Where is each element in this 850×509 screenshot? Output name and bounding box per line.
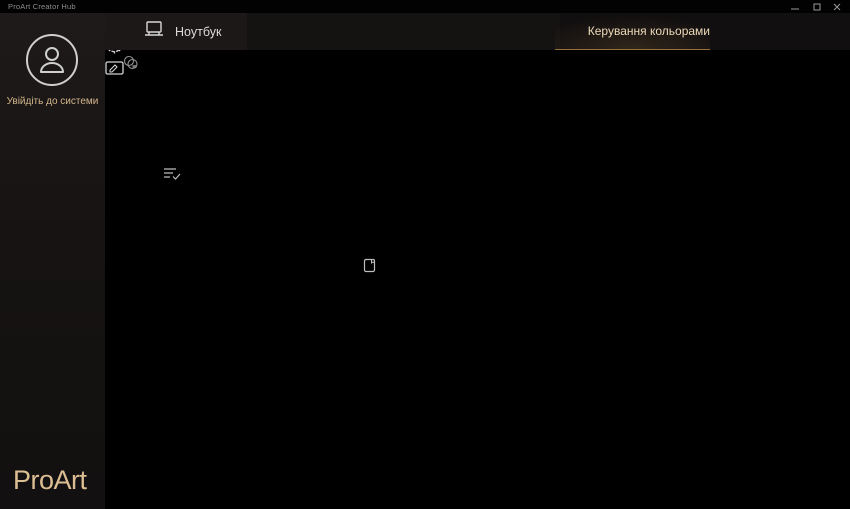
- color-wheel-icon: [567, 22, 579, 41]
- list-check-icon[interactable]: [163, 168, 181, 185]
- pantone-caption-row: найбільші доступні опції кольору PANTONE…: [0, 258, 850, 278]
- luminance-chip-selected[interactable]: RGB 146/73/163 46%: [0, 112, 850, 166]
- proart-logo: ProArt: [13, 465, 87, 496]
- titlebar: ProArt Creator Hub: [0, 0, 850, 13]
- pantone-logo-block: PANTONE Digital Color: [0, 278, 850, 296]
- nav-item-color-management[interactable]: Керування кольорами: [555, 13, 710, 50]
- pantone-count: - 1: [340, 260, 359, 277]
- close-button[interactable]: [826, 0, 848, 13]
- nav-active-label: Керування кольорами: [588, 24, 710, 38]
- pantone-info-block: PANTONE 3559 C PANTONE® FORMULA GUIDE So…: [0, 296, 850, 353]
- pantone-card[interactable]: PANTONE Digital Color PANTONE 3559 C PAN…: [0, 278, 850, 389]
- sidebar: Увійдіть до системи ProArt: [0, 13, 105, 509]
- info-row-rgb: RGB 146 / 73 / 163: [0, 186, 850, 204]
- minimize-button[interactable]: [784, 0, 806, 13]
- sign-in-link[interactable]: Увійдіть до системи: [0, 96, 105, 107]
- laptop-icon: [143, 21, 165, 43]
- luminance-chip-percent: 46%: [0, 148, 850, 166]
- pantone-prev-button[interactable]: [0, 353, 850, 371]
- top-nav: Ноутбук Керування кольорами: [105, 13, 850, 50]
- color-analysis-body: Відтінок Світіння RGB 146/73/163 RGB 146…: [0, 76, 850, 166]
- luminance-chip-color: RGB 146/73/163: [0, 112, 850, 148]
- nav-spacer: [247, 13, 560, 50]
- info-row-lab: LAB 43,54 / 44,90 / -35,84: [0, 240, 850, 258]
- pantone-guide-icon[interactable]: [363, 260, 376, 277]
- info-row-hex: HEX #9249A3: [0, 204, 850, 222]
- color-info-header: Інформація про колір: [0, 166, 850, 186]
- maximize-button[interactable]: [806, 0, 828, 13]
- info-row-cmyk: CMYK 10 / 55 / 0 / 36: [0, 222, 850, 240]
- luminance-chip-value: 146/73/163: [0, 130, 850, 148]
- window-title: ProArt Creator Hub: [8, 2, 76, 11]
- user-avatar-icon[interactable]: [26, 34, 78, 86]
- feedback-icon[interactable]: [105, 60, 850, 82]
- pantone-next-button[interactable]: [0, 371, 850, 389]
- pantone-brand: PANTONE®: [248, 260, 336, 277]
- pantone-color-name: PANTONE 3559 C: [0, 296, 850, 314]
- hue-center-swatch: RGB 146/73/163: [0, 94, 850, 112]
- color-info-rows: RGB 146 / 73 / 163 HEX #9249A3 CMYK 10 /…: [0, 186, 850, 258]
- color-info-panel: Інформація про колір RGB 146 / 73 / 163 …: [0, 166, 850, 258]
- pantone-color-desc: PANTONE® FORMULA GUIDE Solid Coated: [0, 314, 850, 332]
- tab-device[interactable]: Ноутбук: [105, 13, 247, 50]
- tab-device-label: Ноутбук: [175, 25, 221, 39]
- luminance-chip-label: RGB: [0, 112, 850, 130]
